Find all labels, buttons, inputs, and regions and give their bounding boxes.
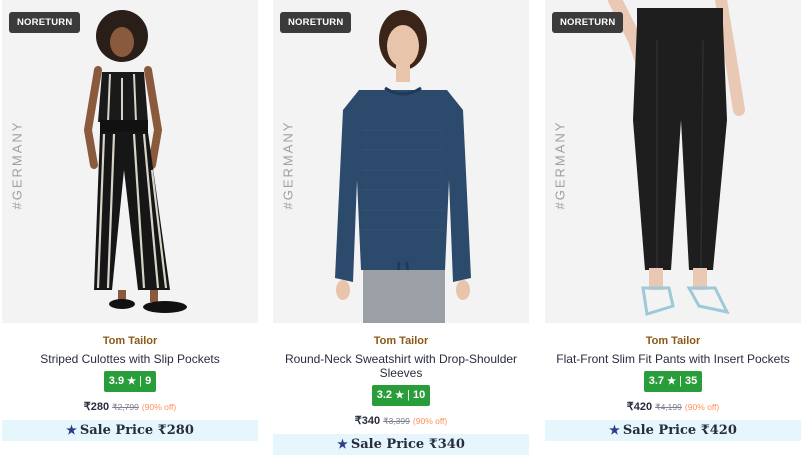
sale-price-label: Sale Price ₹340 [350, 437, 465, 452]
star-icon: ★ [66, 423, 77, 437]
sale-price-label: Sale Price ₹420 [622, 423, 737, 438]
discount-text: (90% off) [412, 416, 448, 426]
product-photo-striped-culottes [2, 0, 258, 323]
selling-price: ₹280 [83, 401, 110, 413]
product-brand: Tom Tailor [645, 335, 701, 347]
brand-watermark: #GERMANY [552, 120, 568, 210]
product-photo-slim-pants [545, 0, 801, 323]
brand-watermark: #GERMANY [9, 120, 25, 210]
product-grid: NORETURN #GERMANY Tom Tailor Striped Cul… [0, 0, 806, 461]
brand-watermark: #GERMANY [280, 120, 296, 210]
mrp-price: ₹2,799 [112, 402, 139, 412]
rating-value: 3.2 [376, 389, 393, 401]
product-info: Tom Tailor Round-Neck Sweatshirt with Dr… [273, 334, 529, 455]
product-title[interactable]: Striped Culottes with Slip Pockets [2, 352, 258, 366]
rating-badge: 3.9 ★ | 9 [103, 371, 157, 392]
selling-price: ₹340 [354, 415, 381, 427]
product-card[interactable]: NORETURN #GERMANY Tom Tailor Round-Neck … [273, 0, 529, 455]
noreturn-badge: NORETURN [280, 12, 352, 33]
price-row: ₹280 ₹2,799 (90% off) [2, 400, 258, 414]
rating-value: 3.9 [108, 375, 125, 387]
product-image[interactable]: NORETURN #GERMANY [2, 0, 258, 323]
star-icon: ★ [667, 376, 677, 387]
product-card[interactable]: NORETURN #GERMANY Tom Tailor Striped Cul… [2, 0, 258, 441]
price-row: ₹340 ₹3,399 (90% off) [273, 414, 529, 428]
rating-value: 3.7 [648, 375, 665, 387]
product-image[interactable]: NORETURN #GERMANY [273, 0, 529, 323]
mrp-price: ₹3,399 [383, 416, 410, 426]
rating-separator: | [679, 375, 682, 387]
product-photo-sweatshirt [273, 0, 529, 323]
product-info: Tom Tailor Flat-Front Slim Fit Pants wit… [545, 334, 801, 441]
rating-count: 35 [685, 375, 698, 387]
product-title[interactable]: Round-Neck Sweatshirt with Drop-Shoulder… [273, 352, 529, 380]
mrp-price: ₹4,199 [655, 402, 682, 412]
sale-price-label: Sale Price ₹280 [79, 423, 194, 438]
sale-price-banner: ★ Sale Price ₹280 [2, 420, 258, 441]
sale-price-banner: ★ Sale Price ₹420 [545, 420, 801, 441]
rating-badge: 3.7 ★ | 35 [643, 371, 703, 392]
product-image[interactable]: NORETURN #GERMANY [545, 0, 801, 323]
star-icon: ★ [127, 376, 137, 387]
rating-separator: | [139, 375, 143, 387]
rating-separator: | [407, 389, 410, 401]
rating-badge: 3.2 ★ | 10 [371, 385, 431, 406]
product-card[interactable]: NORETURN #GERMANY Tom Tailor Flat-Front … [545, 0, 801, 441]
rating-count: 9 [145, 375, 152, 387]
product-brand: Tom Tailor [102, 335, 158, 347]
product-info: Tom Tailor Striped Culottes with Slip Po… [2, 334, 258, 441]
product-title[interactable]: Flat-Front Slim Fit Pants with Insert Po… [545, 352, 801, 366]
price-row: ₹420 ₹4,199 (90% off) [545, 400, 801, 414]
noreturn-badge: NORETURN [552, 12, 624, 33]
discount-text: (90% off) [141, 402, 177, 412]
selling-price: ₹420 [626, 401, 653, 413]
star-icon: ★ [609, 423, 620, 437]
product-brand: Tom Tailor [373, 335, 429, 347]
rating-count: 10 [413, 389, 426, 401]
star-icon: ★ [395, 390, 405, 401]
noreturn-badge: NORETURN [9, 12, 81, 33]
discount-text: (90% off) [684, 402, 720, 412]
sale-price-banner: ★ Sale Price ₹340 [273, 434, 529, 455]
star-icon: ★ [337, 437, 348, 451]
